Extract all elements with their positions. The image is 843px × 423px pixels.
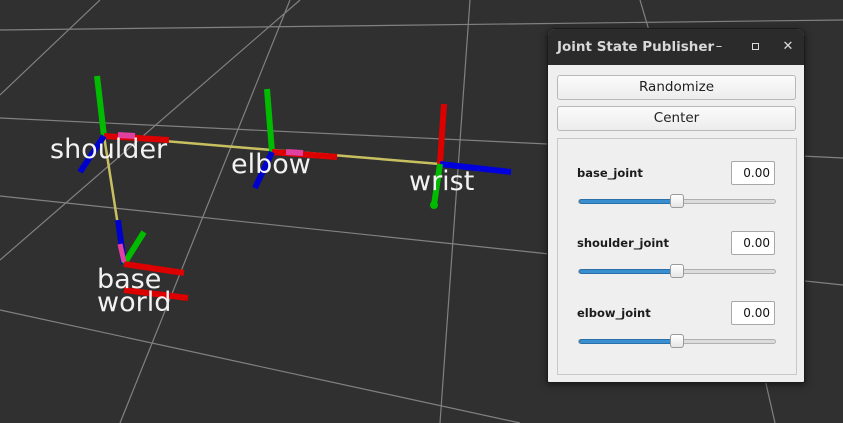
maximize-icon[interactable]	[746, 38, 764, 56]
joint-row-elbow: elbow_joint 0.00	[558, 284, 796, 348]
joint-row-shoulder: shoulder_joint 0.00	[558, 214, 796, 278]
slider-handle[interactable]	[670, 334, 684, 348]
window-title: Joint State Publisher	[557, 39, 715, 55]
joint-name-label: shoulder_joint	[577, 236, 669, 250]
joint-value-field[interactable]: 0.00	[731, 231, 775, 255]
joint-sliders-panel: base_joint 0.00 shoulder_joint 0.00 elbo…	[557, 138, 797, 375]
slider-fill	[579, 199, 677, 204]
joint-name-label: base_joint	[577, 166, 643, 180]
window-titlebar[interactable]: Joint State Publisher – ✕	[548, 29, 804, 65]
frame-label-shoulder: shoulder	[50, 134, 168, 165]
slider-handle[interactable]	[670, 194, 684, 208]
frame-label-world: world	[97, 287, 171, 318]
joint-slider[interactable]	[578, 194, 776, 208]
joint-value-field[interactable]: 0.00	[731, 161, 775, 185]
joint-name-label: elbow_joint	[577, 306, 651, 320]
slider-fill	[579, 269, 677, 274]
slider-fill	[579, 339, 677, 344]
joint-row-base: base_joint 0.00	[558, 144, 796, 208]
center-button[interactable]: Center	[557, 106, 796, 131]
frame-label-elbow: elbow	[231, 149, 311, 180]
frame-label-wrist: wrist	[409, 166, 474, 197]
joint-slider[interactable]	[578, 334, 776, 348]
joint-value-field[interactable]: 0.00	[731, 301, 775, 325]
slider-handle[interactable]	[670, 264, 684, 278]
joint-slider[interactable]	[578, 264, 776, 278]
close-icon[interactable]: ✕	[779, 38, 797, 56]
joint-state-publisher-window[interactable]: Joint State Publisher – ✕ Randomize Cent…	[547, 28, 805, 383]
minimize-icon[interactable]: –	[710, 38, 728, 56]
randomize-button[interactable]: Randomize	[557, 75, 796, 100]
